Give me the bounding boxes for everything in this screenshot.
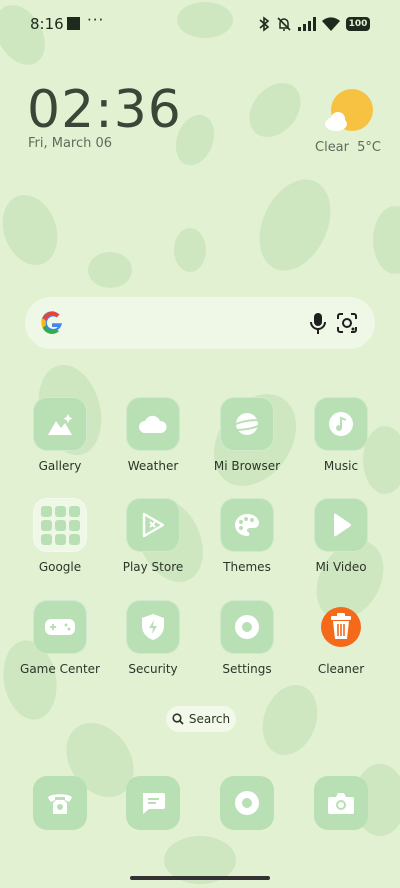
bluetooth-icon: [259, 16, 270, 32]
app-tile[interactable]: [33, 600, 87, 654]
app-tile[interactable]: [126, 600, 180, 654]
shield-bolt-icon: [142, 614, 164, 640]
gamepad-icon: [45, 619, 75, 635]
app-label: Cleaner: [317, 662, 365, 676]
play-store-icon: [142, 512, 165, 538]
app-mi-browser[interactable]: Mi Browser: [200, 397, 294, 497]
dock-messages[interactable]: [126, 776, 180, 830]
search-icon: [172, 713, 184, 725]
mute-bell-icon: [277, 17, 291, 31]
app-security[interactable]: Security: [106, 600, 200, 700]
dock-browser[interactable]: [220, 776, 274, 830]
app-settings[interactable]: Settings: [200, 600, 294, 700]
dock-phone[interactable]: [33, 776, 87, 830]
microphone-icon[interactable]: [307, 311, 329, 335]
google-g-icon: [41, 311, 62, 334]
weather-temperature: 5°C: [357, 140, 381, 155]
app-label: Music: [323, 459, 359, 473]
app-themes[interactable]: Themes: [200, 498, 294, 598]
app-search-pill[interactable]: Search: [166, 706, 236, 732]
weather-text[interactable]: Clear 5°C: [315, 140, 381, 155]
app-mi-video[interactable]: Mi Video: [294, 498, 388, 598]
app-tile[interactable]: [220, 397, 274, 451]
app-gallery[interactable]: Gallery: [13, 397, 107, 497]
notification-square-icon: [67, 17, 80, 30]
app-label: Mi Video: [315, 560, 367, 574]
signal-icon: [298, 17, 316, 31]
app-google-folder[interactable]: Google: [13, 498, 107, 598]
dock-camera[interactable]: [314, 776, 368, 830]
status-time: 8:16: [30, 15, 64, 33]
google-lens-icon[interactable]: [335, 311, 359, 335]
more-notifications-icon: ···: [87, 11, 105, 29]
gallery-icon: [48, 414, 73, 435]
app-cleaner[interactable]: Cleaner: [294, 600, 388, 700]
battery-icon: 100: [346, 17, 370, 31]
search-label: Search: [188, 712, 231, 726]
palette-icon: [235, 514, 259, 536]
phone-icon: [48, 794, 72, 814]
status-icons: 100: [258, 14, 370, 34]
google-search-bar[interactable]: [25, 297, 375, 349]
app-tile[interactable]: [126, 498, 180, 552]
trash-icon: [321, 607, 361, 647]
status-bar: 8:16 ··· 100: [0, 0, 400, 48]
home-indicator[interactable]: [130, 876, 270, 880]
weather-condition: Clear: [315, 140, 349, 155]
app-tile[interactable]: [220, 600, 274, 654]
sun-cloud-icon[interactable]: [324, 88, 376, 136]
wifi-icon: [322, 17, 340, 31]
message-icon: [142, 793, 165, 814]
app-game-center[interactable]: Game Center: [13, 600, 107, 700]
app-play-store[interactable]: Play Store: [106, 498, 200, 598]
app-tile[interactable]: [33, 498, 87, 552]
app-tile[interactable]: [314, 397, 368, 451]
camera-icon: [328, 793, 354, 814]
app-tile[interactable]: [314, 600, 368, 654]
app-tile[interactable]: [126, 397, 180, 451]
clock-widget[interactable]: 02:36: [27, 80, 182, 140]
app-music[interactable]: Music: [294, 397, 388, 497]
gear-icon: [235, 615, 259, 639]
date-label[interactable]: Fri, March 06: [28, 136, 112, 151]
cloud-icon: [139, 415, 167, 433]
app-weather[interactable]: Weather: [106, 397, 200, 497]
folder-icon: [40, 505, 80, 545]
app-tile[interactable]: [314, 498, 368, 552]
music-note-icon: [329, 412, 353, 436]
planet-icon: [230, 413, 264, 435]
play-icon: [334, 513, 351, 537]
browser-icon: [235, 791, 259, 815]
app-tile[interactable]: [33, 397, 87, 451]
app-tile[interactable]: [220, 498, 274, 552]
